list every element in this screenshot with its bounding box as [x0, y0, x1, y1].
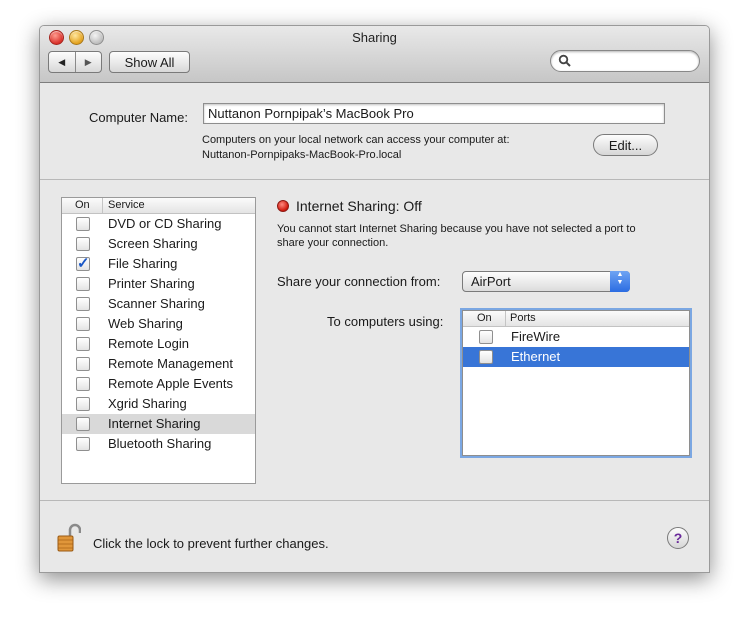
service-list-header: On Service	[62, 198, 255, 214]
service-row[interactable]: Web Sharing	[62, 314, 255, 334]
share-from-popup[interactable]: AirPort ▲ ▼	[462, 271, 630, 292]
service-row[interactable]: Remote Login	[62, 334, 255, 354]
column-header-service[interactable]: Service	[108, 199, 145, 211]
service-checkbox[interactable]	[76, 437, 90, 451]
service-label: Xgrid Sharing	[108, 396, 187, 411]
port-row[interactable]: FireWire	[463, 327, 689, 347]
lock-message: Click the lock to prevent further change…	[93, 536, 329, 551]
service-checkbox[interactable]	[76, 337, 90, 351]
service-label: File Sharing	[108, 256, 178, 271]
window-title: Sharing	[352, 30, 397, 45]
port-checkbox[interactable]	[479, 330, 493, 344]
service-checkbox[interactable]	[76, 397, 90, 411]
search-icon	[558, 54, 571, 67]
forward-arrow-icon[interactable]: ▶	[76, 52, 102, 72]
service-row[interactable]: Bluetooth Sharing	[62, 434, 255, 454]
to-computers-label: To computers using:	[327, 314, 444, 329]
service-row[interactable]: Xgrid Sharing	[62, 394, 255, 414]
column-header-ports[interactable]: Ports	[510, 312, 536, 324]
service-checkbox[interactable]	[76, 237, 90, 251]
ports-table: On Ports FireWire Ethernet	[462, 310, 690, 456]
help-button[interactable]: ?	[667, 527, 689, 549]
bottom-bar: Click the lock to prevent further change…	[40, 500, 709, 572]
service-row[interactable]: Scanner Sharing	[62, 294, 255, 314]
column-divider	[102, 198, 103, 213]
computer-address-help-text: Computers on your local network can acce…	[202, 134, 510, 146]
service-row[interactable]: Printer Sharing	[62, 274, 255, 294]
service-row[interactable]: Remote Apple Events	[62, 374, 255, 394]
service-description: You cannot start Internet Sharing becaus…	[277, 222, 677, 250]
back-forward-control: ◀ ▶	[48, 51, 102, 73]
column-header-on[interactable]: On	[75, 199, 90, 211]
port-label: FireWire	[511, 329, 561, 344]
service-label: Web Sharing	[108, 316, 183, 331]
service-description-line: share your connection.	[277, 237, 389, 249]
share-from-value: AirPort	[471, 274, 511, 289]
back-arrow-icon[interactable]: ◀	[49, 52, 76, 72]
service-label: Remote Apple Events	[108, 376, 234, 391]
up-down-arrows-icon: ▲ ▼	[610, 271, 630, 292]
unlocked-padlock-icon[interactable]	[57, 523, 81, 553]
service-row[interactable]: File Sharing	[62, 254, 255, 274]
sharing-window: Sharing ◀ ▶ Show All Computer Name: Nutt…	[39, 25, 710, 573]
service-checkbox[interactable]	[76, 417, 90, 431]
service-label: Remote Login	[108, 336, 189, 351]
service-label: Bluetooth Sharing	[108, 436, 212, 451]
service-status: Internet Sharing: Off	[296, 198, 422, 214]
port-checkbox[interactable]	[479, 350, 493, 364]
computer-address-help: Computers on your local network can acce…	[202, 133, 510, 163]
service-description-line: You cannot start Internet Sharing becaus…	[277, 223, 636, 235]
show-all-button[interactable]: Show All	[109, 51, 190, 73]
title-bar: Sharing ◀ ▶ Show All	[40, 26, 709, 83]
column-header-on[interactable]: On	[477, 312, 492, 324]
port-label: Ethernet	[511, 349, 561, 364]
service-label: Remote Management	[108, 356, 234, 371]
status-indicator-icon	[277, 200, 289, 212]
service-checkbox[interactable]	[76, 377, 90, 391]
service-checkbox[interactable]	[76, 277, 90, 291]
service-checkbox[interactable]	[76, 317, 90, 331]
service-checkbox[interactable]	[76, 217, 90, 231]
service-list: On Service DVD or CD Sharing Screen Shari…	[61, 197, 256, 484]
computer-name-label: Computer Name:	[89, 110, 188, 125]
service-row[interactable]: DVD or CD Sharing	[62, 214, 255, 234]
computer-name-section: Computer Name: Nuttanon Pornpipak’s MacB…	[40, 83, 709, 180]
service-label: DVD or CD Sharing	[108, 216, 222, 231]
port-row[interactable]: Ethernet	[463, 347, 689, 367]
computer-local-hostname: Nuttanon-Pornpipaks-MacBook-Pro.local	[202, 149, 402, 161]
service-rows: DVD or CD Sharing Screen Sharing File Shar…	[62, 214, 255, 454]
service-checkbox[interactable]	[76, 254, 90, 272]
share-from-label: Share your connection from:	[277, 274, 441, 289]
port-rows: FireWire Ethernet	[463, 327, 689, 367]
computer-name-field[interactable]: Nuttanon Pornpipak’s MacBook Pro	[203, 103, 665, 124]
service-row[interactable]: Screen Sharing	[62, 234, 255, 254]
service-label: Scanner Sharing	[108, 296, 205, 311]
service-label: Internet Sharing	[108, 416, 201, 431]
edit-button[interactable]: Edit...	[593, 134, 658, 156]
search-field[interactable]	[550, 50, 700, 72]
ports-table-header: On Ports	[463, 311, 689, 327]
service-label: Printer Sharing	[108, 276, 195, 291]
service-checkbox[interactable]	[76, 357, 90, 371]
service-checkbox[interactable]	[76, 297, 90, 311]
column-divider	[505, 311, 506, 326]
service-row[interactable]: Remote Management	[62, 354, 255, 374]
service-row[interactable]: Internet Sharing	[62, 414, 255, 434]
service-label: Screen Sharing	[108, 236, 198, 251]
